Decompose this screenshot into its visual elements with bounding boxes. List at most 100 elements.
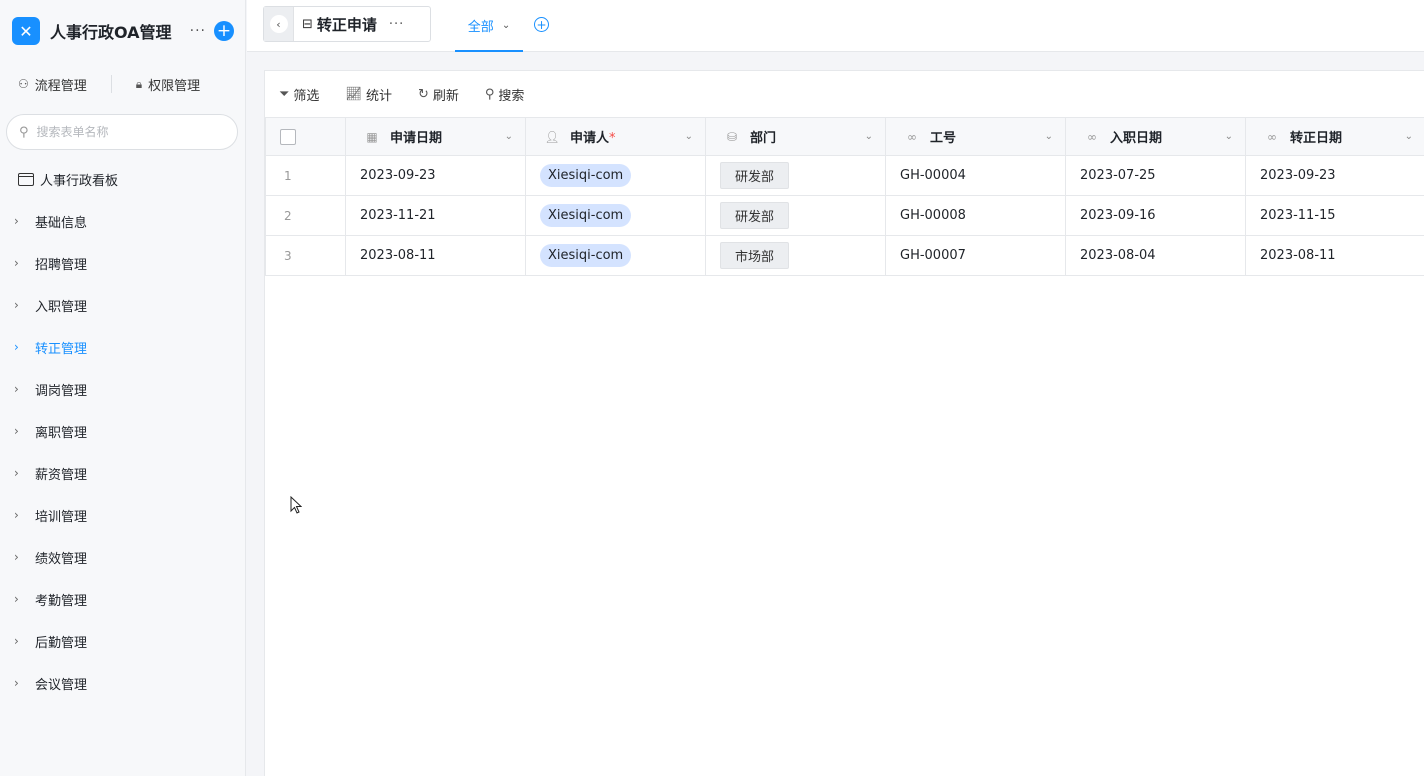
sidebar-item-attendance[interactable]: › 考勤管理 [0,578,246,620]
join-date-cell[interactable]: 2023-09-16 [1065,195,1246,236]
link-icon: ∞ [1087,129,1097,144]
column-label: 部门 [750,131,777,146]
dashboard-link[interactable]: 人事行政看板 [18,168,118,190]
flow-manage-label: 流程管理 [34,78,87,94]
lock-icon: 🔒︎ [135,76,143,91]
row-index: 2 [265,195,346,236]
sidebar-item-recruitment[interactable]: › 招聘管理 [0,242,246,284]
department-tag: 市场部 [720,242,790,269]
permission-manage-label: 权限管理 [148,78,201,94]
chevron-down-icon[interactable]: ⌄ [505,131,513,142]
join-date-cell[interactable]: 2023-07-25 [1065,155,1246,196]
column-header-employee-no[interactable]: ∞ 工号 ⌄ [885,117,1066,156]
toolbar: ⏷ 筛选 📈︎ 统计 ↻ 刷新 ⚲ 搜索 [265,71,1424,117]
join-date-cell[interactable]: 2023-08-04 [1065,235,1246,276]
department-cell[interactable]: 研发部 [705,195,886,236]
regular-date-cell[interactable]: 2023-11-15 [1245,195,1424,236]
sidebar-item-label: 会议管理 [35,677,88,693]
sidebar: ✕ 人事行政OA管理 ··· + ⚇ 流程管理 🔒︎ 权限管理 ⚲ 人事行政看板… [0,0,246,776]
column-header-regular-date[interactable]: ∞ 转正日期 ⌄ [1245,117,1424,156]
sidebar-item-label: 培训管理 [35,509,88,525]
department-cell[interactable]: 市场部 [705,235,886,276]
department-tag: 研发部 [720,162,790,189]
apply-date-cell[interactable]: 2023-11-21 [345,195,526,236]
chevron-right-icon: › [14,256,19,270]
collapse-button[interactable]: ‹ [264,7,294,41]
chevron-down-icon[interactable]: ⌄ [1225,131,1233,142]
department-cell[interactable]: 研发部 [705,155,886,196]
chevron-right-icon: › [14,592,19,606]
chevron-right-icon: › [14,298,19,312]
sidebar-item-onboarding[interactable]: › 入职管理 [0,284,246,326]
sidebar-item-label: 考勤管理 [35,593,88,609]
sidebar-item-label: 后勤管理 [35,635,88,651]
database-icon: ⛁ [726,129,738,144]
sidebar-item-label: 调岗管理 [35,383,88,399]
tab-all-label: 全部 [467,19,494,35]
employee-no-cell[interactable]: GH-00008 [885,195,1066,236]
sidebar-item-regularization[interactable]: › 转正管理 [0,326,246,368]
regular-date-cell[interactable]: 2023-08-11 [1245,235,1424,276]
search-input[interactable] [36,125,207,139]
stats-button[interactable]: 📈︎ 统计 [345,85,392,104]
table-row[interactable]: 2 2023-11-21 Xiesiqi-com 研发部 GH-00008 20… [265,195,1424,236]
user-chip: Xiesiqi-com [540,164,632,187]
sidebar-item-training[interactable]: › 培训管理 [0,494,246,536]
sidebar-item-meeting[interactable]: › 会议管理 [0,662,246,704]
column-label: 入职日期 [1110,131,1163,146]
chevron-down-icon[interactable]: ⌄ [1045,131,1053,142]
chart-icon: 📈︎ [345,86,362,102]
chevron-down-icon[interactable]: ⌄ [865,131,873,142]
applicant-cell[interactable]: Xiesiqi-com [525,195,706,236]
applicant-cell[interactable]: Xiesiqi-com [525,155,706,196]
employee-no-cell[interactable]: GH-00007 [885,235,1066,276]
chevron-right-icon: › [14,634,19,648]
department-tag: 研发部 [720,202,790,229]
search-label: 搜索 [498,88,525,104]
flow-manage-button[interactable]: ⚇ 流程管理 [18,75,87,94]
mouse-cursor-icon [290,496,302,514]
calendar-icon: ▦ [366,129,378,144]
column-label: 申请日期 [390,131,443,146]
column-header-applicant[interactable]: 👤︎ 申请人* ⌄ [525,117,706,156]
applicant-cell[interactable]: Xiesiqi-com [525,235,706,276]
link-icon: ∞ [907,129,917,144]
refresh-button[interactable]: ↻ 刷新 [418,85,459,104]
select-all-cell [265,117,346,156]
more-icon[interactable]: ··· [389,17,404,32]
column-header-apply-date[interactable]: ▦ 申请日期 ⌄ [345,117,526,156]
sidebar-item-label: 绩效管理 [35,551,88,567]
sidebar-item-logistics[interactable]: › 后勤管理 [0,620,246,662]
apply-date-cell[interactable]: 2023-08-11 [345,235,526,276]
sidebar-item-basic-info[interactable]: › 基础信息 [0,200,246,242]
sidebar-item-label: 入职管理 [35,299,88,315]
row-index: 1 [265,155,346,196]
add-icon[interactable]: + [214,21,234,41]
table-row[interactable]: 1 2023-09-23 Xiesiqi-com 研发部 GH-00004 20… [265,155,1424,196]
chevron-down-icon[interactable]: ⌄ [1405,131,1413,142]
chevron-down-icon[interactable]: ⌄ [685,131,693,142]
sidebar-item-performance[interactable]: › 绩效管理 [0,536,246,578]
tab-all[interactable]: 全部 ⌄ [455,0,523,52]
column-header-department[interactable]: ⛁ 部门 ⌄ [705,117,886,156]
filter-label: 筛选 [293,88,320,104]
sidebar-item-resignation[interactable]: › 离职管理 [0,410,246,452]
employee-no-cell[interactable]: GH-00004 [885,155,1066,196]
sidebar-item-salary[interactable]: › 薪资管理 [0,452,246,494]
form-tab[interactable]: ‹ ⊟ 转正申请 ··· [263,6,431,42]
table-row[interactable]: 3 2023-08-11 Xiesiqi-com 市场部 GH-00007 20… [265,235,1424,276]
search-button[interactable]: ⚲ 搜索 [485,85,525,104]
permission-manage-button[interactable]: 🔒︎ 权限管理 [136,75,200,94]
add-view-icon[interactable]: + [534,17,549,32]
filter-button[interactable]: ⏷ 筛选 [279,85,319,104]
select-all-checkbox[interactable] [280,128,296,145]
column-header-join-date[interactable]: ∞ 入职日期 ⌄ [1065,117,1246,156]
more-icon[interactable]: ··· [190,23,206,39]
form-title: 转正申请 [316,15,377,34]
sidebar-item-transfer[interactable]: › 调岗管理 [0,368,246,410]
refresh-icon: ↻ [417,86,429,102]
board-icon [18,172,34,186]
apply-date-cell[interactable]: 2023-09-23 [345,155,526,196]
chevron-right-icon: › [14,340,19,354]
regular-date-cell[interactable]: 2023-09-23 [1245,155,1424,196]
